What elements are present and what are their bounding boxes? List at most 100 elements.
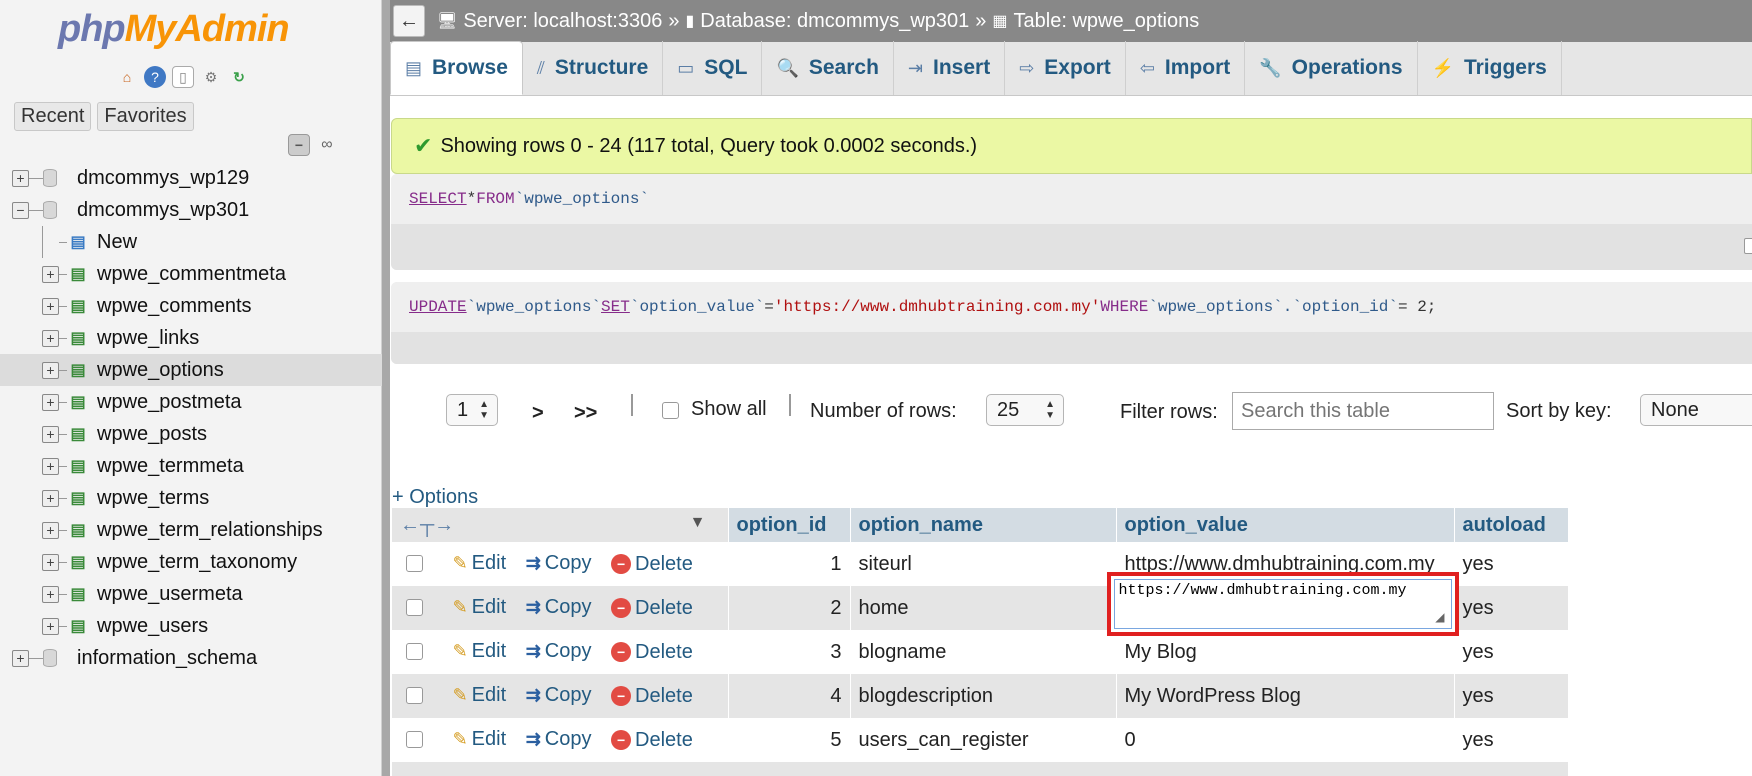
tab-operations[interactable]: 🔧 Operations xyxy=(1245,41,1418,95)
copy-button[interactable]: ⇉ Copy xyxy=(526,640,592,663)
nav-tree-item[interactable]: + ▤ wpwe_options xyxy=(0,354,382,386)
nav-tree-item[interactable]: + ▤ wpwe_commentmeta xyxy=(0,258,382,290)
tab-browse[interactable]: ▤ Browse xyxy=(390,41,523,95)
option-id-cell[interactable]: 2 xyxy=(728,586,851,630)
column-option-name[interactable]: option_name xyxy=(850,508,1117,542)
autoload-cell[interactable]: yes xyxy=(1454,718,1569,762)
option-id-cell[interactable]: 5 xyxy=(728,718,851,762)
expand-toggle-icon[interactable]: + xyxy=(42,617,59,635)
delete-button[interactable]: − Delete xyxy=(611,597,693,620)
tab-search[interactable]: 🔍 Search xyxy=(762,41,894,95)
option-value-cell[interactable]: My Blog xyxy=(1116,630,1455,674)
expand-toggle-icon[interactable]: + xyxy=(42,329,59,347)
delete-button[interactable]: − Delete xyxy=(611,641,693,664)
copy-button[interactable]: ⇉ Copy xyxy=(526,684,592,707)
home-icon[interactable]: ⌂ xyxy=(116,66,138,88)
option-value-cell[interactable]: My WordPress Blog xyxy=(1116,674,1455,718)
nav-tree-item[interactable]: − dmcommys_wp301 xyxy=(0,194,382,226)
edit-button[interactable]: ✎ Edit xyxy=(453,640,507,663)
last-page-button[interactable]: >> xyxy=(574,402,597,425)
phpmyadmin-logo[interactable]: phpMyAdmin xyxy=(58,8,290,51)
delete-button[interactable]: − Delete xyxy=(611,685,693,708)
nav-tree-item[interactable]: + ▤ wpwe_postmeta xyxy=(0,386,382,418)
sql-keyword[interactable]: SELECT xyxy=(409,190,467,208)
sort-triangle-icon[interactable]: ▼ xyxy=(690,514,706,532)
nav-tree-item[interactable]: + ▤ wpwe_usermeta xyxy=(0,578,382,610)
row-checkbox[interactable] xyxy=(406,599,423,617)
copy-button[interactable]: ⇉ Copy xyxy=(526,596,592,619)
back-arrow-icon[interactable]: ← xyxy=(393,5,425,37)
tab-sql[interactable]: ▭ SQL xyxy=(663,41,763,95)
option-value-cell[interactable]: 0 xyxy=(1116,718,1455,762)
expand-toggle-icon[interactable]: + xyxy=(42,361,59,379)
tab-triggers[interactable]: ⚡ Triggers xyxy=(1418,41,1562,95)
nav-tree-item[interactable]: + ▤ wpwe_term_relationships xyxy=(0,514,382,546)
favorites-tab[interactable]: Favorites xyxy=(97,102,194,131)
expand-toggle-icon[interactable]: + xyxy=(42,265,59,283)
expand-toggle-icon[interactable]: + xyxy=(42,297,59,315)
expand-toggle-icon[interactable]: + xyxy=(42,585,59,603)
option-id-cell[interactable]: 1 xyxy=(728,542,851,586)
nav-tree-item[interactable]: ▤ New xyxy=(0,226,382,258)
docs-icon[interactable]: ? xyxy=(144,66,166,88)
column-resize-icon[interactable]: ←┬→ xyxy=(400,514,454,536)
edit-button[interactable]: ✎ Edit xyxy=(453,684,507,707)
nav-tree-item[interactable]: + ▤ wpwe_term_taxonomy xyxy=(0,546,382,578)
tab-export[interactable]: ⇨ Export xyxy=(1005,41,1126,95)
expand-toggle-icon[interactable]: + xyxy=(42,393,59,411)
option-name-cell[interactable]: siteurl xyxy=(850,542,1117,586)
sort-key-select[interactable]: None xyxy=(1640,394,1752,426)
expand-toggle-icon[interactable]: + xyxy=(42,553,59,571)
autoload-cell[interactable]: yes xyxy=(1454,674,1569,718)
edit-button[interactable]: ✎ Edit xyxy=(453,728,507,751)
nav-tree-item[interactable]: + ▤ wpwe_termmeta xyxy=(0,450,382,482)
delete-button[interactable]: − Delete xyxy=(611,729,693,752)
column-option-value[interactable]: option_value xyxy=(1116,508,1455,542)
reload-icon[interactable]: ↻ xyxy=(228,66,250,88)
sql-keyword[interactable]: UPDATE xyxy=(409,298,467,316)
expand-toggle-icon[interactable]: + xyxy=(42,425,59,443)
sql-keyword[interactable]: SET xyxy=(601,298,630,316)
nav-tree-item[interactable]: + dmcommys_wp129 xyxy=(0,162,382,194)
delete-button[interactable]: − Delete xyxy=(611,553,693,576)
tab-import[interactable]: ⇦ Import xyxy=(1126,41,1246,95)
show-all-checkbox[interactable] xyxy=(662,402,679,419)
row-checkbox[interactable] xyxy=(406,731,423,749)
autoload-cell[interactable]: yes xyxy=(1454,630,1569,674)
filter-rows-input[interactable] xyxy=(1232,392,1494,430)
expand-toggle-icon[interactable]: + xyxy=(42,521,59,539)
resize-grip-icon[interactable]: ◢ xyxy=(1435,610,1444,624)
collapse-all-icon[interactable]: − xyxy=(288,134,310,156)
nav-tree-item[interactable]: + ▤ wpwe_users xyxy=(0,610,382,642)
option-id-cell[interactable]: 3 xyxy=(728,630,851,674)
breadcrumb-database[interactable]: ▮ Database: dmcommys_wp301 xyxy=(685,10,969,33)
option-value-cell[interactable]: ◢ xyxy=(1106,572,1459,636)
option-name-cell[interactable]: blogname xyxy=(850,630,1117,674)
expand-toggle-icon[interactable]: + xyxy=(12,649,29,667)
autoload-cell[interactable]: yes xyxy=(1454,586,1569,630)
nav-resize-handle[interactable] xyxy=(382,0,390,776)
tab-insert[interactable]: ⇥ Insert xyxy=(894,41,1006,95)
column-option-id[interactable]: option_id xyxy=(728,508,851,542)
breadcrumb-table[interactable]: ▦ Table: wpwe_options xyxy=(992,10,1199,33)
options-link[interactable]: + Options xyxy=(392,486,478,509)
copy-button[interactable]: ⇉ Copy xyxy=(526,552,592,575)
option-name-cell[interactable]: home xyxy=(850,586,1117,630)
autoload-cell[interactable]: yes xyxy=(1454,542,1569,586)
expand-toggle-icon[interactable]: − xyxy=(12,201,29,219)
nav-tree-item[interactable]: + ▤ wpwe_terms xyxy=(0,482,382,514)
nav-tree-item[interactable]: + ▤ wpwe_posts xyxy=(0,418,382,450)
profiling-checkbox[interactable] xyxy=(1744,238,1752,254)
row-checkbox[interactable] xyxy=(406,555,423,573)
nav-tree-item[interactable]: + ▤ wpwe_comments xyxy=(0,290,382,322)
inline-edit-textarea[interactable] xyxy=(1113,579,1452,629)
expand-toggle-icon[interactable]: + xyxy=(42,489,59,507)
link-icon[interactable]: ∞ xyxy=(316,134,338,156)
rows-per-page-select[interactable]: 25 ▲ ▼ xyxy=(986,394,1064,426)
next-page-button[interactable]: > xyxy=(532,402,544,425)
edit-button[interactable]: ✎ Edit xyxy=(453,552,507,575)
page-select[interactable]: 1 ▲ ▼ xyxy=(446,394,498,426)
nav-tree-item[interactable]: + ▤ wpwe_links xyxy=(0,322,382,354)
breadcrumb-server[interactable]: 🖥 Server: localhost:3306 xyxy=(437,10,662,33)
recent-tab[interactable]: Recent xyxy=(14,102,92,131)
